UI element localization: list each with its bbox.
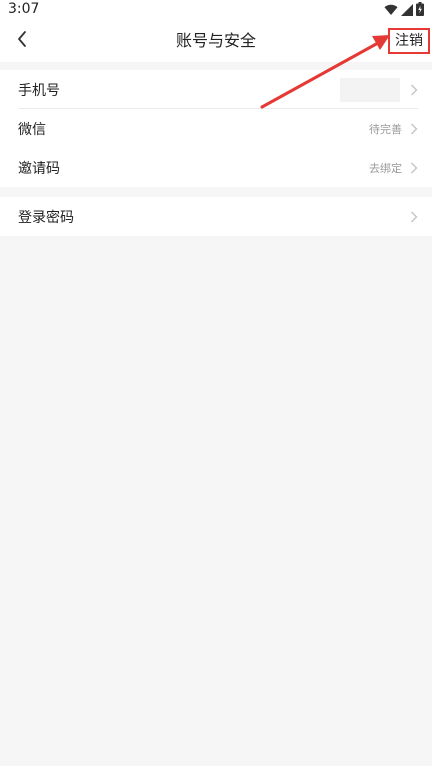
page-title: 账号与安全: [175, 31, 256, 50]
status-bar: 3:07: [0, 0, 432, 20]
chevron-right-icon: [410, 162, 418, 174]
settings-group-password: 登录密码: [0, 197, 432, 236]
back-arrow-icon: [16, 30, 28, 52]
battery-icon: [416, 1, 424, 20]
row-value: 去绑定: [369, 161, 402, 175]
settings-row-invite-code[interactable]: 邀请码 去绑定: [0, 148, 432, 187]
signal-icon: [401, 1, 413, 20]
settings-row-login-password[interactable]: 登录密码: [0, 197, 432, 236]
status-icons: [384, 1, 424, 20]
wifi-icon: [384, 1, 398, 20]
row-label: 登录密码: [18, 209, 74, 226]
phone-value-placeholder: [340, 77, 400, 102]
row-label: 手机号: [18, 82, 60, 99]
settings-row-wechat[interactable]: 微信 待完善: [0, 109, 432, 148]
back-button[interactable]: [6, 25, 38, 57]
row-label: 微信: [18, 121, 46, 138]
chevron-right-icon: [410, 123, 418, 135]
settings-row-phone[interactable]: 手机号: [0, 70, 432, 109]
chevron-right-icon: [410, 84, 418, 96]
nav-bar: 账号与安全 注销: [0, 20, 432, 62]
settings-group-account: 手机号 微信 待完善 邀请码 去绑定: [0, 70, 432, 187]
row-value: 待完善: [369, 122, 402, 136]
deactivate-account-button[interactable]: 注销: [388, 28, 430, 54]
row-label: 邀请码: [18, 160, 60, 177]
status-time: 3:07: [8, 1, 40, 17]
chevron-right-icon: [410, 211, 418, 223]
